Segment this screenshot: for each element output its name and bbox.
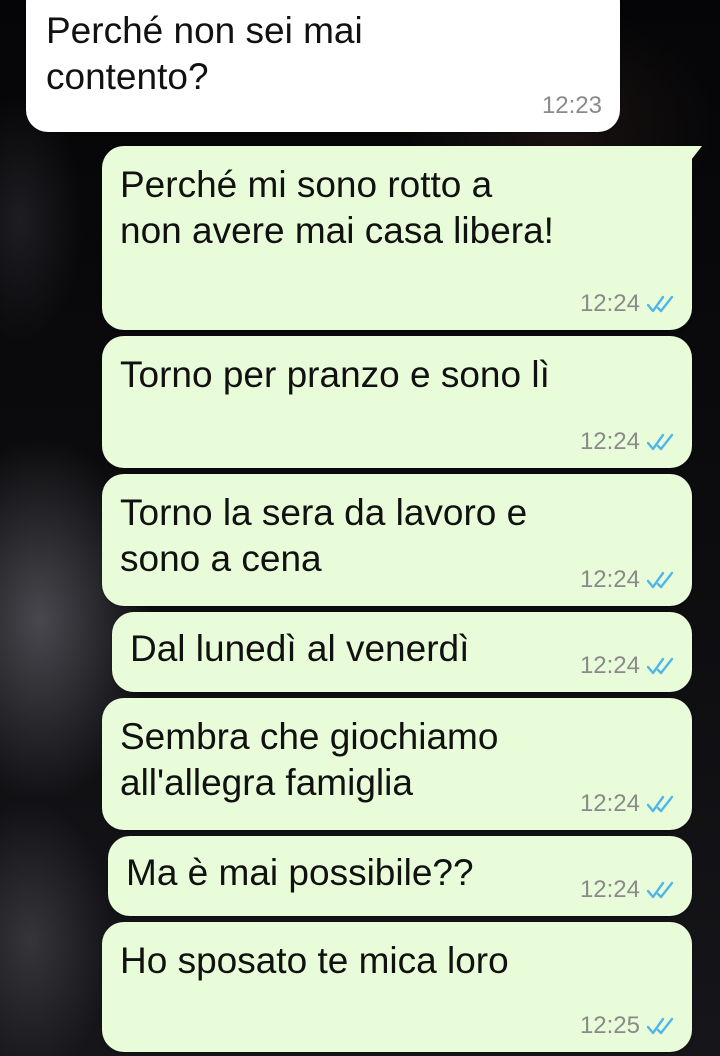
message-time: 12:24	[579, 566, 640, 593]
message-text: Dal lunedì al venerdì	[130, 628, 470, 669]
double-check-read-icon	[646, 571, 674, 589]
message-bubble-outgoing[interactable]: Torno la sera da lavoro e sono a cena 12…	[102, 474, 692, 606]
message-bubble-outgoing[interactable]: Torno per pranzo e sono lì 12:24	[102, 336, 692, 468]
message-text: Perché non sei mai contento?	[46, 10, 363, 97]
message-meta: 12:24	[580, 876, 676, 904]
double-check-read-icon	[646, 1017, 674, 1035]
message-meta: 12:24	[580, 790, 676, 818]
message-text: Perché mi sono rotto a non avere mai cas…	[120, 164, 554, 251]
message-bubble-incoming[interactable]: Perché non sei mai contento? 12:23	[26, 0, 620, 132]
message-bubble-outgoing[interactable]: Sembra che giochiamo all'allegra famigli…	[102, 698, 692, 830]
message-time: 12:24	[579, 290, 640, 317]
bubble-tail	[680, 146, 702, 164]
message-time: 12:24	[579, 876, 640, 903]
message-bubble-outgoing[interactable]: Perché mi sono rotto a non avere mai cas…	[102, 146, 702, 330]
double-check-read-icon	[646, 795, 674, 813]
double-check-read-icon	[646, 881, 674, 899]
double-check-read-icon	[646, 295, 674, 313]
message-meta: 12:24	[580, 290, 676, 318]
message-text: Ma è mai possibile??	[126, 852, 474, 893]
message-meta: 12:24	[580, 566, 676, 594]
message-meta: 12:24	[580, 428, 676, 456]
message-bubble-outgoing[interactable]: Dal lunedì al venerdì 12:24	[112, 612, 692, 692]
message-text: Ho sposato te mica loro	[120, 940, 509, 981]
message-text: Torno la sera da lavoro e sono a cena	[120, 492, 528, 579]
message-meta: 12:24	[580, 652, 676, 680]
message-time: 12:24	[579, 428, 640, 455]
message-meta: 12:25	[580, 1012, 676, 1040]
message-time: 12:24	[579, 652, 640, 679]
message-meta: 12:23	[542, 92, 602, 120]
message-time: 12:23	[541, 92, 602, 119]
double-check-read-icon	[646, 433, 674, 451]
message-text: Sembra che giochiamo all'allegra famigli…	[120, 716, 499, 803]
message-text: Torno per pranzo e sono lì	[120, 354, 550, 395]
message-bubble-outgoing[interactable]: Ma è mai possibile?? 12:24	[108, 836, 692, 916]
double-check-read-icon	[646, 657, 674, 675]
message-time: 12:24	[579, 790, 640, 817]
message-time: 12:25	[579, 1012, 640, 1039]
message-bubble-outgoing[interactable]: Ho sposato te mica loro 12:25	[102, 922, 692, 1052]
